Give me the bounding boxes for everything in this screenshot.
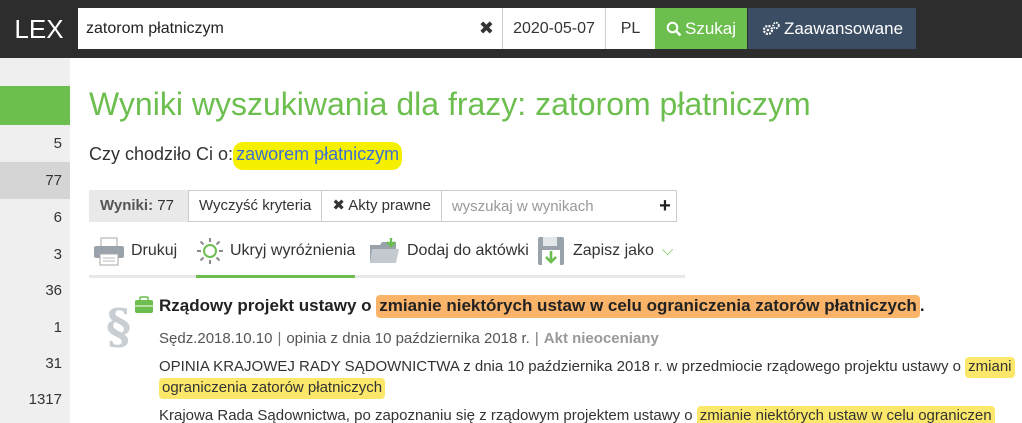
- lex-logo[interactable]: LEX: [0, 8, 78, 50]
- plus-icon[interactable]: +: [659, 191, 671, 221]
- search-in-results-input[interactable]: [451, 191, 642, 221]
- result-title-highlight: zmianie niektórych ustaw w celu ogranicz…: [376, 295, 920, 318]
- advanced-search-button[interactable]: Zaawansowane: [748, 8, 916, 49]
- sidebar-count[interactable]: 6: [0, 199, 70, 236]
- search-box[interactable]: ✖: [78, 8, 503, 49]
- suggestion-prefix: Czy chodziło Ci o:: [89, 144, 234, 164]
- print-button[interactable]: Drukuj: [93, 232, 177, 275]
- hide-highlights-label: Ukryj wyróżnienia: [230, 242, 356, 259]
- add-to-folder-button[interactable]: Dodaj do aktówki: [369, 232, 529, 275]
- sidebar-count[interactable]: 77: [0, 162, 70, 199]
- snippet-highlight: zmianie niektórych ustaw w celu ogranicz…: [696, 406, 995, 423]
- sidebar-count[interactable]: 36: [0, 272, 70, 309]
- result-snippet-line: ograniczenia zatorów płatniczych: [159, 378, 386, 399]
- results-label: Wyniki:: [100, 197, 154, 214]
- language-selector[interactable]: PL: [606, 8, 655, 49]
- save-download-icon: [538, 236, 564, 265]
- results-toolbar: Drukuj Ukryj wyróżnienia Dodaj do aktówk…: [89, 232, 685, 278]
- folder-add-icon: [370, 237, 399, 263]
- result-meta: Sędz.2018.10.10 | opinia z dnia 10 paździe…: [159, 330, 659, 347]
- snippet-highlight: ograniczenia zatorów płatniczych: [159, 378, 386, 399]
- filter-bar: Wyniki: 77 Wyczyść kryteria ✖ Akty prawn…: [89, 190, 677, 222]
- search-icon: [666, 21, 682, 37]
- save-as-button[interactable]: Zapisz jako ⌵: [537, 232, 673, 275]
- snippet-text: OPINIA KRAJOWEJ RADY SĄDOWNICTWA z dnia …: [159, 358, 961, 375]
- highlight-sun-icon: [197, 237, 223, 264]
- result-status: Akt nieoceniany: [543, 330, 659, 347]
- svg-text:§: §: [106, 299, 131, 355]
- remove-filter-icon[interactable]: ✖: [332, 197, 345, 214]
- sidebar-count[interactable]: 1317: [0, 381, 70, 418]
- advanced-button-label: Zaawansowane: [783, 19, 904, 38]
- search-button[interactable]: Szukaj: [655, 8, 747, 49]
- acts-filter-label: Akty prawne: [348, 197, 431, 214]
- result-snippet-line: OPINIA KRAJOWEJ RADY SĄDOWNICTWA z dnia …: [159, 357, 1015, 378]
- printer-icon: [94, 237, 124, 266]
- result-title-suffix: .: [919, 296, 925, 315]
- result-title-prefix: Rządowy projekt ustawy o: [159, 296, 372, 315]
- results-count-badge: Wyniki: 77: [89, 190, 188, 222]
- search-button-label: Szukaj: [684, 19, 737, 38]
- sidebar-count[interactable]: 31: [0, 345, 70, 382]
- print-label: Drukuj: [131, 242, 178, 259]
- hide-highlights-button[interactable]: Ukryj wyróżnienia: [196, 232, 356, 278]
- sidebar-count[interactable]: 3: [0, 236, 70, 273]
- snippet-highlight: zmiani: [965, 357, 1015, 378]
- result-source: Sędz.2018.10.10: [159, 330, 273, 347]
- results-count: 77: [157, 197, 174, 214]
- result-title[interactable]: Rządowy projekt ustawy o zmianie niektór…: [159, 295, 925, 318]
- result-type-icons: §: [104, 295, 156, 355]
- save-as-label: Zapisz jako: [573, 242, 654, 259]
- paragraph-section-icon: §: [106, 296, 153, 355]
- result-snippet-line: Krajowa Rada Sądownictwa, po zapoznaniu …: [159, 406, 995, 423]
- top-bar: LEX ✖ 2020-05-07 PL Szukaj Zaawansowane: [0, 0, 1022, 58]
- acts-filter-chip[interactable]: ✖ Akty prawne: [322, 190, 442, 222]
- result-description: opinia z dnia 10 października 2018 r.: [286, 330, 530, 347]
- page-title: Wyniki wyszukiwania dla frazy: zatorom p…: [89, 86, 811, 122]
- add-to-folder-label: Dodaj do aktówki: [407, 242, 529, 259]
- sidebar-count[interactable]: 1: [0, 309, 70, 346]
- snippet-text: Krajowa Rada Sądownictwa, po zapoznaniu …: [159, 407, 693, 423]
- sidebar-count[interactable]: 5: [0, 125, 70, 162]
- close-icon[interactable]: ✖: [479, 8, 494, 49]
- search-in-results[interactable]: +: [441, 190, 677, 222]
- clear-criteria-button[interactable]: Wyczyść kryteria: [188, 190, 323, 222]
- date-field[interactable]: 2020-05-07: [503, 8, 606, 49]
- suggestion-link[interactable]: zaworem płatniczym: [233, 142, 403, 170]
- chevron-down-icon[interactable]: ⌵: [662, 242, 673, 259]
- sidebar-active-item[interactable]: [0, 86, 70, 125]
- gears-icon: [762, 21, 780, 36]
- category-sidebar: 5 77 6 3 36 1 31 1317: [0, 58, 70, 423]
- spelling-suggestion: Czy chodziło Ci o: zaworem płatniczym: [89, 142, 403, 170]
- search-input[interactable]: [86, 8, 471, 49]
